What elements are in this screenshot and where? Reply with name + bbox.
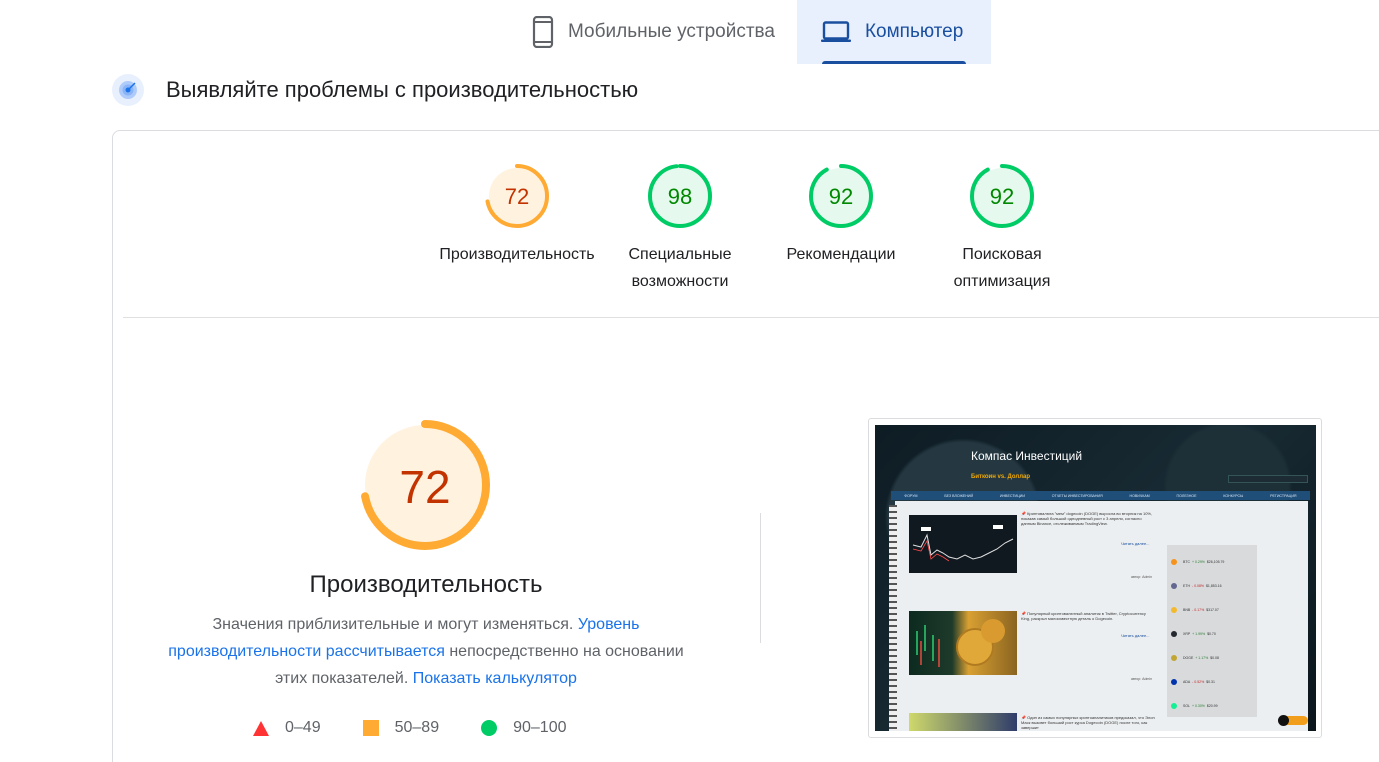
laptop-icon: [820, 21, 851, 43]
legend-average: 50–89: [362, 719, 440, 737]
preview-image-3: [909, 713, 1017, 731]
gauge-best-practices-value: 92: [829, 184, 853, 209]
preview-coin-row: ADA - 0.52% $0.31: [1171, 679, 1215, 685]
preview-post-2: 📌 Популярный криптовалютный аналитик в T…: [1021, 611, 1146, 621]
section-title: Выявляйте проблемы с производительностью: [166, 77, 639, 102]
gauge-accessibility-label: Специальные возможности: [628, 246, 732, 290]
gauge-best-practices-label: Рекомендации: [786, 246, 896, 263]
preview-coin-row: SOL + 0.30% $20.99: [1171, 703, 1218, 709]
tab-desktop-label: Компьютер: [864, 21, 964, 42]
tab-mobile-label: Мобильные устройства: [568, 21, 775, 42]
performance-big-value: 72: [399, 461, 450, 513]
preview-crypto-sidebar: BTC + 0.29% $26,105.79 ETH - 0.08% $1,85…: [1167, 545, 1257, 717]
tab-mobile[interactable]: Мобильные устройства: [518, 0, 797, 64]
legend-average-range: 50–89: [394, 719, 440, 736]
performance-title: Производительность: [309, 571, 543, 598]
legend-fail-range: 0–49: [285, 719, 321, 736]
gauge-accessibility-ring: 98: [648, 164, 712, 228]
gauge-best-practices-ring: 92: [809, 164, 873, 228]
circle-icon: [481, 720, 498, 736]
preview-nav-item: КОНКУРСЫ: [1223, 493, 1244, 498]
preview-author-2: автор: Admin: [1131, 677, 1153, 681]
preview-nav-item: ИНВЕСТИЦИИ: [999, 493, 1025, 498]
gauge-accessibility[interactable]: 98 Специальные возможности: [590, 163, 770, 295]
preview-search-box: [1228, 475, 1308, 483]
gauge-performance-label: Производительность: [439, 246, 595, 263]
radar-icon: [112, 74, 144, 106]
preview-nav: ФОРУМ БЕЗ ВЛОЖЕНИЙ ИНВЕСТИЦИИ ОТЧЕТЫ ИНВ…: [891, 491, 1310, 500]
gauge-best-practices[interactable]: 92 Рекомендации: [751, 163, 931, 268]
preview-nav-item: ОТЧЕТЫ ИНВЕСТИРОВАНИЯ: [1051, 493, 1103, 498]
preview-coin-row: XRP + 1.99% $0.70: [1171, 631, 1216, 637]
preview-subtitle: Биткоин vs. Доллар: [971, 474, 1031, 480]
preview-site-title: Компас Инвестиций: [971, 449, 1083, 463]
performance-desc-text: Значения приблизительные и могут изменят…: [212, 616, 578, 633]
gauge-performance-ring: 72: [485, 164, 549, 228]
preview-read-more: Читать далее...: [1121, 541, 1150, 546]
legend-pass: 90–100: [481, 719, 566, 737]
gauge-seo-value: 92: [990, 184, 1014, 209]
score-legend: 0–49 50–89 90–100: [253, 719, 608, 737]
device-tabs: Мобильные устройства Компьютер: [518, 0, 991, 64]
vertical-divider: [760, 513, 761, 643]
preview-nav-item: НОВИЧКАМ: [1129, 493, 1150, 498]
preview-post-1: 📌 Криптовалюта "мем" dogecoin (DOGE) выр…: [1021, 511, 1153, 526]
gauge-performance[interactable]: 72 Производительность: [427, 163, 607, 268]
preview-coin-row: BNB - 0.17% $317.07: [1171, 607, 1219, 613]
smartphone-icon: [532, 16, 554, 48]
section-header: Выявляйте проблемы с производительностью: [112, 74, 638, 106]
page-screenshot-preview[interactable]: Компас Инвестиций Биткоин vs. Доллар ФОР…: [868, 418, 1322, 738]
preview-spiral: [889, 505, 897, 731]
report-card: 72 Производительность 98 Специальные воз…: [112, 130, 1379, 762]
preview-nav-item: БЕЗ ВЛОЖЕНИЙ: [944, 493, 974, 498]
gauge-seo-label: Поисковая оптимизация: [953, 246, 1051, 290]
page-screenshot: Компас Инвестиций Биткоин vs. Доллар ФОР…: [875, 425, 1316, 731]
preview-chart-image: [909, 515, 1017, 573]
square-icon: [362, 720, 379, 736]
triangle-icon: [253, 720, 269, 736]
legend-fail: 0–49: [253, 719, 321, 737]
gauge-accessibility-value: 98: [668, 184, 692, 209]
preview-nav-item: ФОРУМ: [904, 493, 918, 498]
tab-desktop[interactable]: Компьютер: [796, 0, 991, 64]
performance-description: Значения приблизительные и могут изменят…: [151, 611, 701, 692]
preview-read-more-2: Читать далее...: [1121, 633, 1150, 638]
preview-nav-item: РЕГИСТРАЦИЯ: [1270, 493, 1297, 498]
preview-coin-row: BTC + 0.29% $26,105.79: [1171, 559, 1224, 565]
show-calculator-link[interactable]: Показать калькулятор: [413, 670, 577, 687]
divider: [123, 317, 1379, 318]
preview-author: автор: Admin: [1131, 575, 1153, 579]
preview-nav-item: ПОЛЕЗНОЕ: [1176, 493, 1197, 498]
preview-coin-row: DOGE + 1.17% $0.08: [1171, 655, 1219, 661]
performance-big-gauge: 72: [359, 419, 491, 551]
legend-pass-range: 90–100: [513, 719, 567, 736]
preview-coin-row: ETH - 0.08% $1,853.16: [1171, 583, 1222, 589]
gauge-performance-value: 72: [505, 184, 529, 209]
gauge-seo[interactable]: 92 Поисковая оптимизация: [912, 163, 1092, 295]
preview-doge-image: [909, 611, 1017, 675]
preview-post-3: 📌 Один из самых популярных криптоаналити…: [1021, 715, 1155, 730]
preview-chat-badge: [1278, 715, 1308, 726]
gauge-seo-ring: 92: [970, 164, 1034, 228]
